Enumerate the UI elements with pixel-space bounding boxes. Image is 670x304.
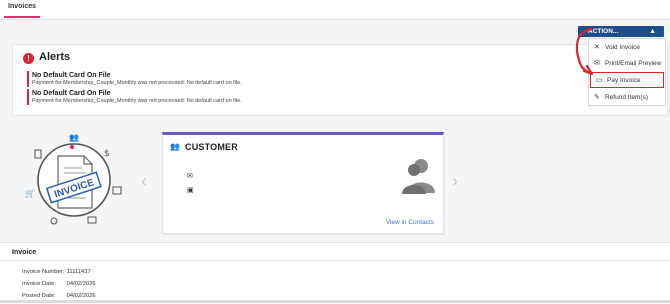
alerts-title: Alerts	[39, 51, 71, 63]
invoice-date-label: Invoice Date:	[22, 281, 56, 287]
invoice-number-label: Invoice Number:	[22, 269, 65, 275]
tab-bar: Invoices	[0, 0, 670, 20]
menu-item-label: Pay Invoice	[607, 77, 641, 84]
menu-item-label: Print/Email Preview	[605, 60, 662, 67]
menu-item-void-invoice[interactable]: ✕ Void Invoice	[589, 40, 665, 56]
posted-date-label: Posted Date:	[22, 293, 56, 299]
invoice-date-row: Invoice Date: 04/02/2026	[22, 281, 96, 287]
alert-message: Payment for Membership_Couple_Monthly wa…	[32, 98, 242, 104]
customer-card: 👥 CUSTOMER ✉ ▣ View in Contacts	[162, 132, 444, 234]
tab-invoices[interactable]: Invoices	[8, 3, 36, 10]
svg-text:👥: 👥	[69, 133, 79, 142]
invoice-illustration: INVOICE 👥 $ 🛒	[25, 133, 122, 225]
customer-title: CUSTOMER	[185, 142, 238, 152]
alert-title: No Default Card On File	[32, 72, 111, 79]
envelope-icon: ✉	[187, 173, 193, 180]
view-in-contacts-link[interactable]: View in Contacts	[386, 219, 434, 226]
svg-text:$: $	[104, 149, 110, 159]
next-arrow-icon[interactable]: ›	[452, 172, 458, 190]
invoice-number-value: 11111437	[66, 269, 91, 275]
menu-item-label: Void Invoice	[605, 44, 641, 51]
invoice-number-row: Invoice Number: 11111437	[22, 269, 91, 275]
active-tab-indicator	[4, 16, 40, 18]
avatar	[402, 159, 435, 194]
menu-item-print-email-preview[interactable]: ✉ Print/Email Preview	[589, 56, 665, 72]
posted-date-row: Posted Date: 04/02/2026	[22, 293, 96, 299]
posted-date-value: 04/02/2026	[66, 293, 96, 299]
menu-item-refund-items[interactable]: ✎ Refund Item(s)	[589, 90, 665, 106]
alert-message: Payment for Membership_Couple_Monthly wa…	[32, 80, 242, 86]
menu-item-label: Refund Item(s)	[605, 94, 648, 101]
invoice-section-title: Invoice	[12, 249, 37, 256]
menu-item-pay-invoice[interactable]: ▭ Pay Invoice	[590, 72, 664, 88]
users-icon: 👥	[170, 142, 180, 151]
edit-icon: ✎	[594, 94, 600, 101]
annotation-arrow	[575, 27, 594, 76]
alert-item: No Default Card On File Payment for Memb…	[27, 89, 242, 105]
invoice-date-value: 04/02/2026	[66, 281, 96, 287]
previous-arrow-icon[interactable]: ‹	[141, 172, 147, 190]
alert-item: No Default Card On File Payment for Memb…	[27, 71, 242, 87]
divider	[0, 260, 670, 261]
alert-title: No Default Card On File	[32, 90, 111, 97]
contact-card-icon: ▣	[187, 187, 194, 194]
exclamation-icon: !	[23, 53, 34, 64]
invoice-section: Invoice Invoice Number: 11111437 Invoice…	[0, 242, 670, 304]
svg-text:🛒: 🛒	[25, 188, 35, 198]
caret-up-icon: ▲	[649, 28, 656, 35]
